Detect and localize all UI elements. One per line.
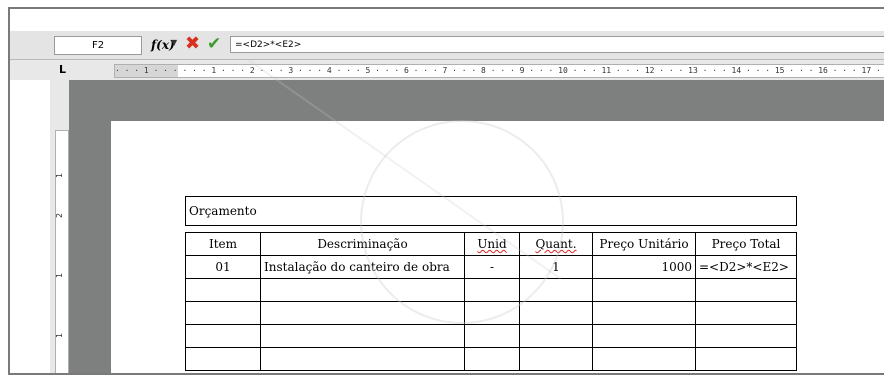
table-header-row: Item Descriminação Unid Quant. Preço Uni… — [185, 232, 797, 256]
table-row — [185, 324, 797, 348]
header-cell-item[interactable]: Item — [185, 232, 261, 256]
table-cell[interactable] — [695, 347, 797, 371]
table-cell[interactable]: 1 — [519, 255, 593, 279]
table-row — [185, 347, 797, 371]
table-cell[interactable] — [260, 301, 465, 325]
header-cell-unit-price[interactable]: Preço Unitário — [592, 232, 696, 256]
table-spacer-row — [186, 226, 797, 233]
vruler-mark: 1 — [55, 172, 65, 179]
cell-reference-box[interactable]: F2 — [54, 36, 142, 55]
table-row — [185, 301, 797, 325]
table-cell[interactable] — [464, 347, 520, 371]
table-cell[interactable] — [519, 278, 593, 302]
table-title[interactable]: Orçamento — [185, 196, 797, 226]
table-cell[interactable] — [592, 301, 696, 325]
table-cell[interactable] — [592, 278, 696, 302]
horizontal-ruler[interactable]: · · · 1 · · · · · · 1 · · · 2 · · · 3 · … — [114, 64, 884, 78]
table-cell[interactable] — [519, 347, 593, 371]
formula-input[interactable]: =<D2>*<E2> — [230, 36, 884, 53]
header-cell-description[interactable]: Descriminação — [260, 232, 465, 256]
table-cell[interactable] — [185, 347, 261, 371]
table-cell[interactable] — [695, 301, 797, 325]
table-cell[interactable] — [695, 324, 797, 348]
ruler-scale: · · · 1 · · · 2 · · · 3 · · · 4 · · · 5 … — [177, 66, 884, 75]
formula-bar: F2 f(x) ▼ ✖ ✔ =<D2>*<E2> — [10, 31, 884, 60]
document-page[interactable]: Orçamento Item Descriminação Unid Quant.… — [111, 121, 884, 373]
table-cell[interactable] — [519, 324, 593, 348]
table-cell[interactable] — [592, 324, 696, 348]
budget-table[interactable]: Orçamento Item Descriminação Unid Quant.… — [185, 196, 797, 371]
document-workspace: Orçamento Item Descriminação Unid Quant.… — [69, 80, 884, 373]
accept-check-icon[interactable]: ✔ — [207, 34, 221, 54]
table-cell[interactable]: 01 — [185, 255, 261, 279]
table-cell[interactable]: 1000 — [592, 255, 696, 279]
vertical-ruler-bar: 1 2 1 1 3 — [50, 80, 69, 373]
vruler-mark: 1 — [55, 272, 65, 279]
table-cell[interactable] — [464, 324, 520, 348]
document-window: F2 f(x) ▼ ✖ ✔ =<D2>*<E2> L · · · 1 · · ·… — [8, 7, 884, 375]
ruler-margin-left: · · · 1 · · · — [115, 65, 178, 77]
table-cell[interactable] — [260, 347, 465, 371]
table-cell[interactable] — [185, 278, 261, 302]
table-cell[interactable]: =<D2>*<E2> — [695, 255, 797, 279]
table-row — [185, 278, 797, 302]
horizontal-ruler-bar: L · · · 1 · · · · · · 1 · · · 2 · · · 3 … — [10, 60, 884, 80]
table-cell[interactable]: Instalação do canteiro de obra — [260, 255, 465, 279]
header-cell-unit[interactable]: Unid — [464, 232, 520, 256]
table-cell[interactable] — [519, 301, 593, 325]
table-cell[interactable]: - — [464, 255, 520, 279]
vertical-ruler[interactable]: 1 2 1 1 3 — [55, 130, 69, 373]
table-cell[interactable] — [464, 301, 520, 325]
header-cell-quantity[interactable]: Quant. — [519, 232, 593, 256]
vruler-mark: 2 — [55, 212, 65, 219]
chevron-down-icon[interactable]: ▼ — [171, 38, 177, 47]
table-cell[interactable] — [592, 347, 696, 371]
table-title-row: Orçamento — [185, 196, 797, 226]
table-cell[interactable] — [464, 278, 520, 302]
table-cell[interactable] — [185, 324, 261, 348]
vruler-mark: 1 — [55, 332, 65, 339]
tab-stop-icon[interactable]: L — [59, 64, 69, 75]
table-cell[interactable] — [260, 324, 465, 348]
table-cell[interactable] — [260, 278, 465, 302]
table-cell[interactable] — [185, 301, 261, 325]
table-row: 01 Instalação do canteiro de obra - 1 10… — [185, 255, 797, 279]
header-cell-total-price[interactable]: Preço Total — [695, 232, 797, 256]
table-cell[interactable] — [695, 278, 797, 302]
cancel-x-icon[interactable]: ✖ — [185, 34, 200, 54]
